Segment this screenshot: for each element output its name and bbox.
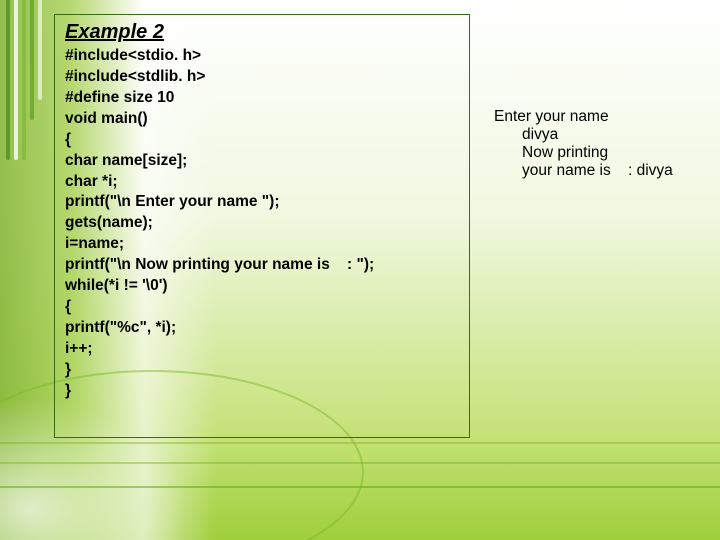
code-line: i++; — [65, 340, 93, 357]
code-line: printf("\n Enter your name "); — [65, 193, 279, 210]
decor-line — [0, 442, 720, 444]
decor-line — [0, 462, 720, 464]
code-line: void main() — [65, 110, 148, 127]
code-line: #include<stdlib. h> — [65, 68, 205, 85]
code-line: printf("%c", *i); — [65, 319, 176, 336]
code-line: } — [65, 382, 71, 399]
example-title: Example 2 — [65, 21, 459, 44]
code-line: char name[size]; — [65, 152, 187, 169]
code-box: Example 2 #include<stdio. h> #include<st… — [54, 14, 470, 438]
slide: Example 2 #include<stdio. h> #include<st… — [0, 0, 720, 540]
code-line: gets(name); — [65, 214, 153, 231]
output-line: Enter your name — [494, 108, 609, 125]
output-line: Now printing — [494, 144, 608, 162]
output-line: divya — [494, 126, 558, 144]
code-line: printf("\n Now printing your name is : "… — [65, 256, 374, 273]
code-line: #define size 10 — [65, 89, 174, 106]
code-block: #include<stdio. h> #include<stdlib. h> #… — [65, 46, 459, 402]
decor-strip — [38, 0, 42, 100]
code-line: i=name; — [65, 235, 124, 252]
decor-strip — [30, 0, 34, 120]
code-line: char *i; — [65, 173, 118, 190]
decor-strip — [14, 0, 18, 160]
program-output: Enter your name divya Now printing your … — [494, 108, 673, 180]
code-line: #include<stdio. h> — [65, 47, 201, 64]
decor-line — [0, 486, 720, 488]
code-line: { — [65, 298, 71, 315]
decor-strip — [6, 0, 10, 160]
output-line: your name is : divya — [494, 162, 673, 180]
decor-strip — [22, 0, 26, 160]
code-line: } — [65, 361, 71, 378]
code-line: while(*i != '\0') — [65, 277, 168, 294]
code-line: { — [65, 131, 71, 148]
